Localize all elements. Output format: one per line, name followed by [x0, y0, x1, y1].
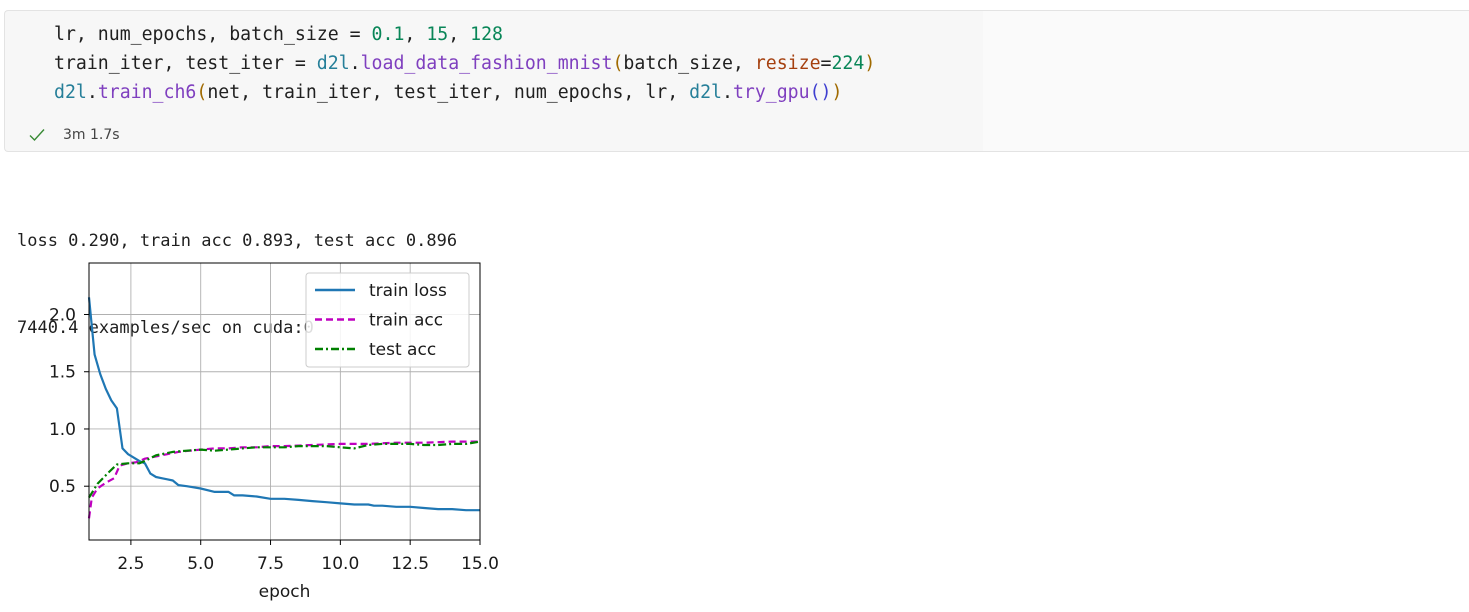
code-token: train_ch6: [97, 82, 197, 103]
code-token: ,: [448, 24, 471, 45]
training-chart: 2.5 5.0 7.5 10.0 12.5 15.0 0.5 1.0 1.5 2.0 epoch tr…: [49, 262, 499, 602]
code-token: net, train_iter, test_iter, num_epochs, …: [207, 82, 690, 103]
legend-label: test acc: [369, 340, 436, 360]
code-token: train_iter, test_iter =: [54, 53, 317, 74]
code-token: =: [820, 53, 832, 74]
code-token: batch_size,: [623, 53, 755, 74]
code-token: .: [349, 53, 361, 74]
x-tick-label: 5.0: [187, 554, 214, 574]
execution-time: 3m 1.7s: [63, 127, 120, 143]
code-token: d2l: [54, 82, 87, 103]
x-tick-label: 15.0: [461, 554, 499, 574]
code-token: 15: [426, 24, 449, 45]
x-tick-label: 12.5: [391, 554, 429, 574]
code-token: ): [820, 82, 832, 103]
code-token: ): [864, 53, 876, 74]
y-tick-label: 1.5: [49, 363, 76, 383]
legend-label: train acc: [369, 311, 443, 331]
x-axis-label: epoch: [259, 582, 311, 602]
legend-label: train loss: [369, 281, 447, 301]
y-tick-label: 2.0: [49, 306, 76, 326]
code-token: (: [809, 82, 821, 103]
code-token: load_data_fashion_mnist: [360, 53, 613, 74]
execution-status: 3m 1.7s: [28, 123, 120, 147]
code-token: ): [831, 82, 843, 103]
code-token: d2l: [316, 53, 350, 74]
code-token: 0.1: [371, 24, 405, 45]
code-token: 224: [831, 53, 865, 74]
y-tick-label: 1.0: [49, 420, 76, 440]
code-token: (: [196, 82, 208, 103]
x-tick-label: 10.0: [321, 554, 359, 574]
code-token: try_gpu: [732, 82, 810, 103]
code-token: .: [721, 82, 733, 103]
x-tick-label: 2.5: [117, 554, 144, 574]
code-editor[interactable]: lr, num_epochs, batch_size = 0.1, 15, 12…: [54, 20, 875, 107]
check-icon: [29, 129, 45, 142]
code-token: .: [86, 82, 98, 103]
code-token: d2l: [689, 82, 722, 103]
code-line: d2l.train_ch6(net, train_iter, test_iter…: [54, 78, 875, 107]
code-token: (: [612, 53, 624, 74]
code-token: ,: [404, 24, 427, 45]
code-line: train_iter, test_iter = d2l.load_data_fa…: [54, 49, 875, 78]
code-token: 128: [470, 24, 503, 45]
code-token: resize: [754, 53, 821, 74]
code-token: lr, num_epochs, batch_size =: [54, 24, 372, 45]
code-line: lr, num_epochs, batch_size = 0.1, 15, 12…: [54, 20, 875, 49]
x-tick-label: 7.5: [257, 554, 284, 574]
y-tick-label: 0.5: [49, 477, 76, 497]
cell-right-shade: [983, 11, 1469, 151]
